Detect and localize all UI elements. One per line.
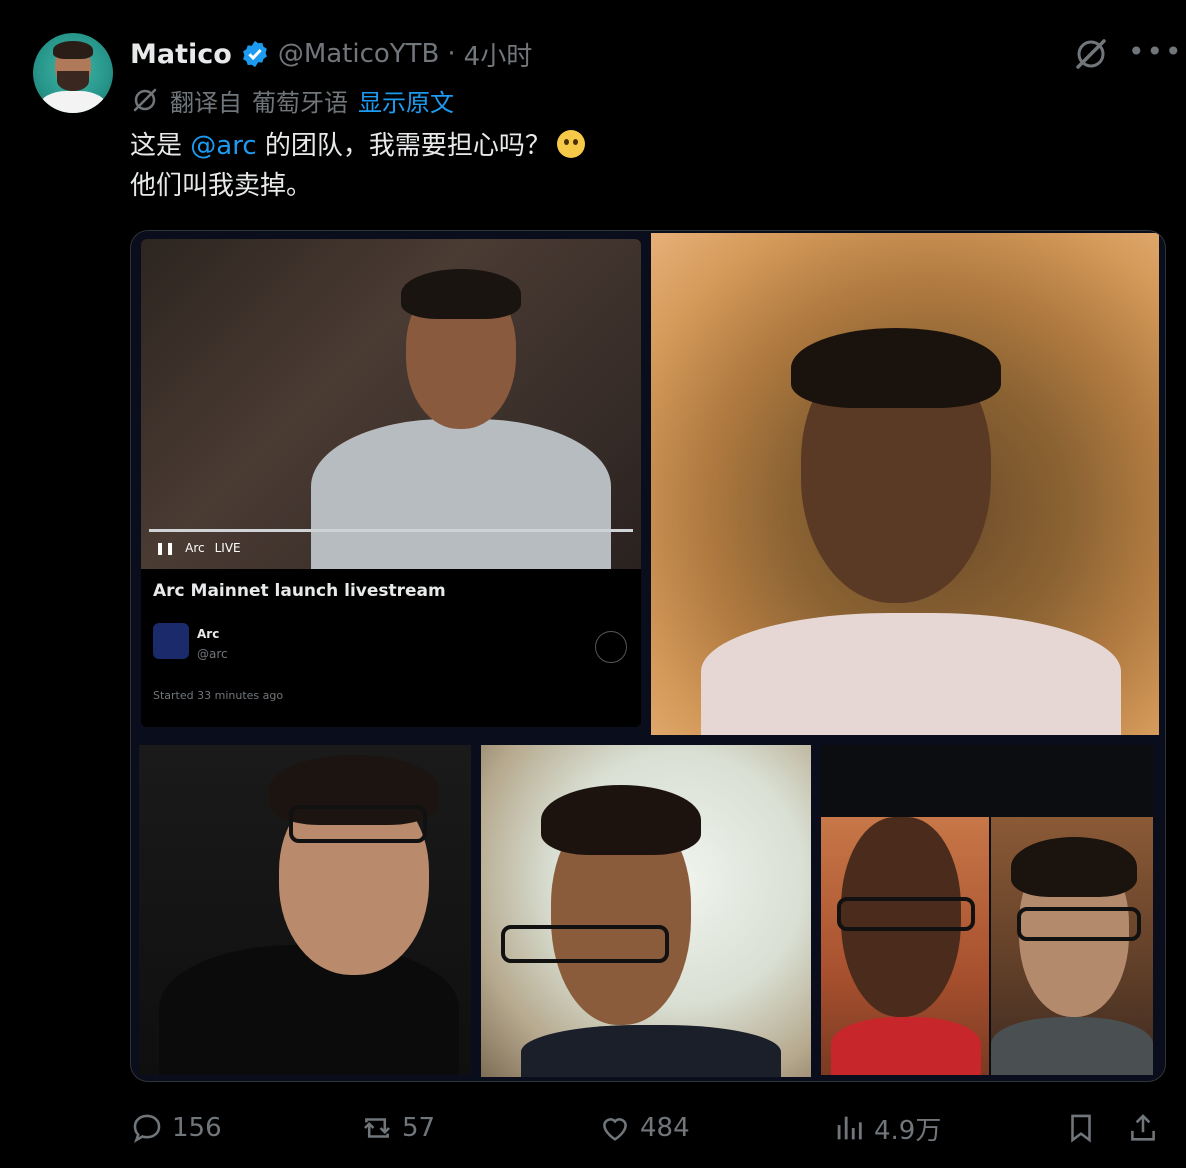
share-button-icon [595, 631, 627, 663]
tweet-header: Matico @MaticoYTB · 4小时 [130, 34, 532, 74]
like-icon [603, 1118, 627, 1141]
views-count: 4.9万 [874, 1115, 942, 1146]
grok-icon[interactable] [1071, 34, 1111, 74]
repost-count: 57 [402, 1113, 436, 1143]
stream-video-frame: ❚❚ Arc LIVE [141, 239, 641, 569]
tweet-line-1: 这是 @arc 的团队，我需要担心吗？ [130, 126, 585, 166]
tweet-media[interactable]: ❚❚ Arc LIVE Arc Mainnet launch livestrea… [130, 230, 1166, 1082]
progress-bar[interactable] [149, 529, 633, 532]
source-language: 葡萄牙语 [252, 88, 348, 117]
bookmark-button[interactable] [1064, 1104, 1098, 1152]
live-badge: LIVE [214, 541, 241, 555]
photo-person-3[interactable] [139, 745, 471, 1075]
separator: · [447, 39, 456, 69]
tweet-actions: 156 57 484 4.9万 [130, 1104, 1170, 1152]
more-icon[interactable]: ••• [1128, 38, 1182, 66]
arc-logo-icon [153, 623, 189, 659]
bookmark-icon [1071, 1114, 1091, 1143]
reply-icon [133, 1114, 161, 1143]
like-button[interactable]: 484 [598, 1104, 690, 1152]
views-icon [837, 1116, 862, 1140]
pause-icon[interactable]: ❚❚ [155, 541, 175, 555]
mention-link[interactable]: @arc [190, 131, 256, 161]
stream-started: Started 33 minutes ago [153, 689, 284, 702]
channel-label: Arc [185, 541, 205, 555]
like-count: 484 [640, 1113, 690, 1143]
show-original-link[interactable]: 显示原文 [358, 83, 454, 118]
timestamp[interactable]: 4小时 [464, 36, 533, 73]
photo-persons-5[interactable] [821, 745, 1153, 1075]
photo-person-2[interactable] [651, 233, 1159, 735]
thinking-face-icon [556, 130, 585, 158]
views-button[interactable]: 4.9万 [832, 1104, 941, 1152]
translated-from-label: 翻译自 [170, 88, 242, 117]
repost-icon [364, 1118, 390, 1138]
stream-account-name: Arc [197, 627, 220, 641]
translate-icon [133, 88, 157, 112]
player-controls: ❚❚ Arc LIVE [155, 541, 241, 555]
reply-count: 156 [172, 1113, 222, 1143]
livestream-screenshot[interactable]: ❚❚ Arc LIVE Arc Mainnet launch livestrea… [141, 239, 641, 727]
tweet-line-2: 他们叫我卖掉。 [130, 171, 313, 201]
verified-badge-icon [242, 40, 267, 68]
repost-button[interactable]: 57 [360, 1104, 435, 1152]
avatar[interactable] [33, 33, 113, 113]
stream-title: Arc Mainnet launch livestream [153, 581, 446, 601]
photo-person-4[interactable] [481, 745, 811, 1077]
stream-account-handle: @arc [197, 647, 228, 661]
author-name[interactable]: Matico [130, 39, 232, 70]
reply-button[interactable]: 156 [130, 1104, 222, 1152]
tweet-text: 这是 @arc 的团队，我需要担心吗？ 他们叫我卖掉。 [130, 126, 585, 206]
translation-row: 翻译自 葡萄牙语 显示原文 [130, 82, 454, 118]
author-handle[interactable]: @MaticoYTB [278, 39, 440, 69]
share-icon [1131, 1114, 1155, 1141]
share-button[interactable] [1126, 1104, 1160, 1152]
